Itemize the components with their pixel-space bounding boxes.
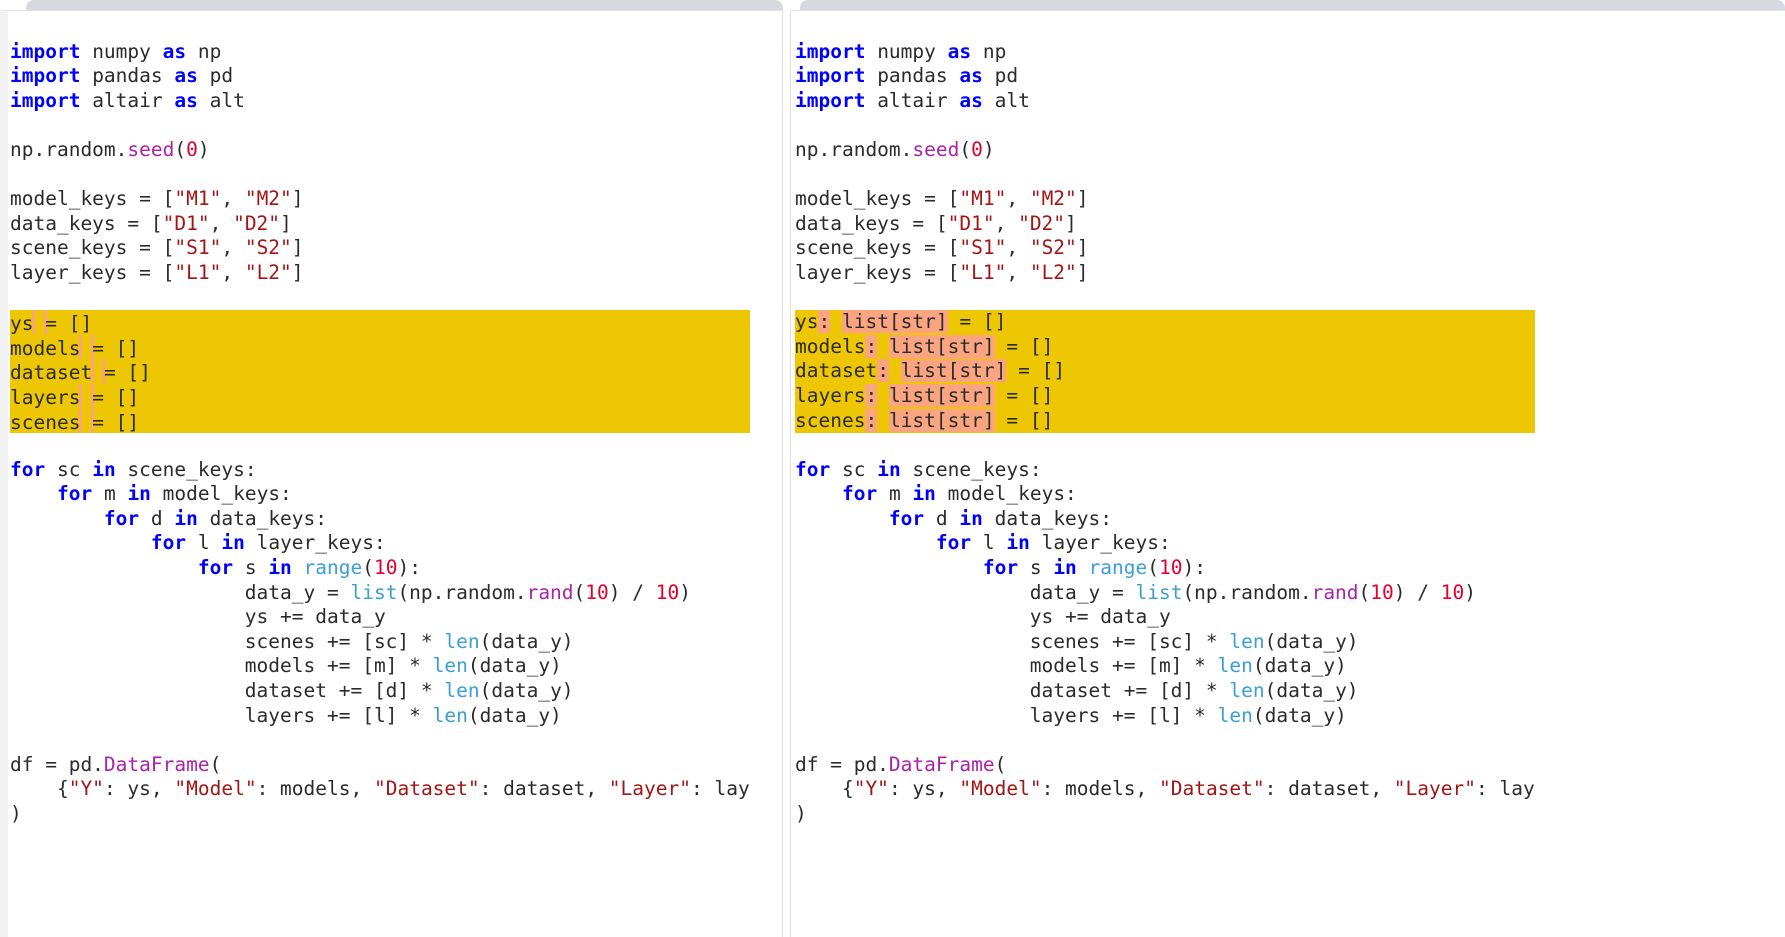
code-line: import altair as alt bbox=[10, 88, 245, 112]
code-line: for d in data_keys: bbox=[888, 506, 1113, 530]
code-line: data_keys = ["D1", "D2"] bbox=[10, 211, 292, 235]
code-line: import numpy as np bbox=[795, 39, 1007, 63]
code-line: layer_keys = ["L1", "L2"] bbox=[795, 260, 1089, 284]
code-line-changed: scenes: list[str] = [] bbox=[795, 408, 1535, 434]
code-line: models += [m] * len(data_y) bbox=[10, 654, 562, 678]
code-line: model_keys = ["M1", "M2"] bbox=[10, 187, 304, 211]
code-line: df = pd.DataFrame( bbox=[10, 752, 222, 776]
code-line: data_y = list(np.random.rand(10) / 10) bbox=[10, 580, 691, 604]
code-line: data_y = list(np.random.rand(10) / 10) bbox=[795, 580, 1476, 604]
code-line: scenes += [sc] * len(data_y) bbox=[795, 629, 1359, 653]
code-line: import pandas as pd bbox=[10, 64, 234, 88]
code-line: for l in layer_keys: bbox=[935, 531, 1171, 555]
code-line: models += [m] * len(data_y) bbox=[795, 654, 1347, 678]
code-line-changed: dataset = [] bbox=[10, 359, 750, 384]
diff-pane-original[interactable]: import numpy as np import pandas as pd imp… bbox=[0, 10, 783, 937]
code-line-changed: layers: list[str] = [] bbox=[795, 383, 1535, 409]
code-line: dataset += [d] * len(data_y) bbox=[10, 679, 574, 703]
code-line: for sc in scene_keys: bbox=[10, 457, 257, 481]
code-line: for s in range(10): bbox=[197, 556, 421, 580]
code-line: ys += data_y bbox=[795, 605, 1171, 629]
code-line: scene_keys = ["S1", "S2"] bbox=[795, 236, 1089, 260]
code-line: for d in data_keys: bbox=[103, 506, 328, 530]
code-line: dataset += [d] * len(data_y) bbox=[795, 679, 1359, 703]
code-block-original[interactable]: import numpy as np import pandas as pd imp… bbox=[8, 11, 750, 876]
code-line: model_keys = ["M1", "M2"] bbox=[795, 187, 1089, 211]
code-line: for m in model_keys: bbox=[841, 482, 1077, 506]
code-line-changed: models = [] bbox=[10, 334, 750, 360]
code-block-modified[interactable]: import numpy as np import pandas as pd imp… bbox=[791, 11, 1535, 876]
code-line: {"Y": ys, "Model": models, "Dataset": da… bbox=[795, 777, 1535, 801]
code-line: scenes += [sc] * len(data_y) bbox=[10, 629, 574, 653]
code-line: ) bbox=[10, 802, 22, 825]
code-line-changed: ys = [] bbox=[10, 310, 750, 335]
code-line: layers += [l] * len(data_y) bbox=[10, 703, 562, 727]
code-line: np.random.seed(0) bbox=[795, 137, 995, 161]
code-line: layer_keys = ["L1", "L2"] bbox=[10, 260, 304, 284]
code-line: import pandas as pd bbox=[795, 64, 1019, 88]
code-line: data_keys = ["D1", "D2"] bbox=[795, 211, 1077, 235]
code-line: import altair as alt bbox=[795, 88, 1030, 112]
code-line: for l in layer_keys: bbox=[150, 531, 386, 555]
code-line: ys += data_y bbox=[10, 605, 386, 629]
code-line-changed: ys: list[str] = [] bbox=[795, 310, 1535, 335]
code-line: import numpy as np bbox=[10, 39, 222, 63]
code-line: for s in range(10): bbox=[982, 556, 1206, 580]
diff-panes: import numpy as np import pandas as pd imp… bbox=[0, 10, 1785, 937]
diff-viewer-root: import numpy as np import pandas as pd imp… bbox=[0, 0, 1785, 937]
code-line: ) bbox=[795, 802, 807, 825]
code-line: for m in model_keys: bbox=[56, 482, 292, 506]
code-line-changed: layers = [] bbox=[10, 383, 750, 409]
code-line: scene_keys = ["S1", "S2"] bbox=[10, 236, 304, 260]
code-line: {"Y": ys, "Model": models, "Dataset": da… bbox=[10, 777, 750, 801]
code-line: for sc in scene_keys: bbox=[795, 457, 1042, 481]
code-line: df = pd.DataFrame( bbox=[795, 752, 1007, 776]
code-line: np.random.seed(0) bbox=[10, 137, 210, 161]
code-line: layers += [l] * len(data_y) bbox=[795, 703, 1347, 727]
code-line-changed: models: list[str] = [] bbox=[795, 334, 1535, 360]
diff-pane-modified[interactable]: import numpy as np import pandas as pd imp… bbox=[790, 10, 1785, 937]
code-line-changed: dataset: list[str] = [] bbox=[795, 359, 1535, 384]
code-line-changed: scenes = [] bbox=[10, 408, 750, 434]
